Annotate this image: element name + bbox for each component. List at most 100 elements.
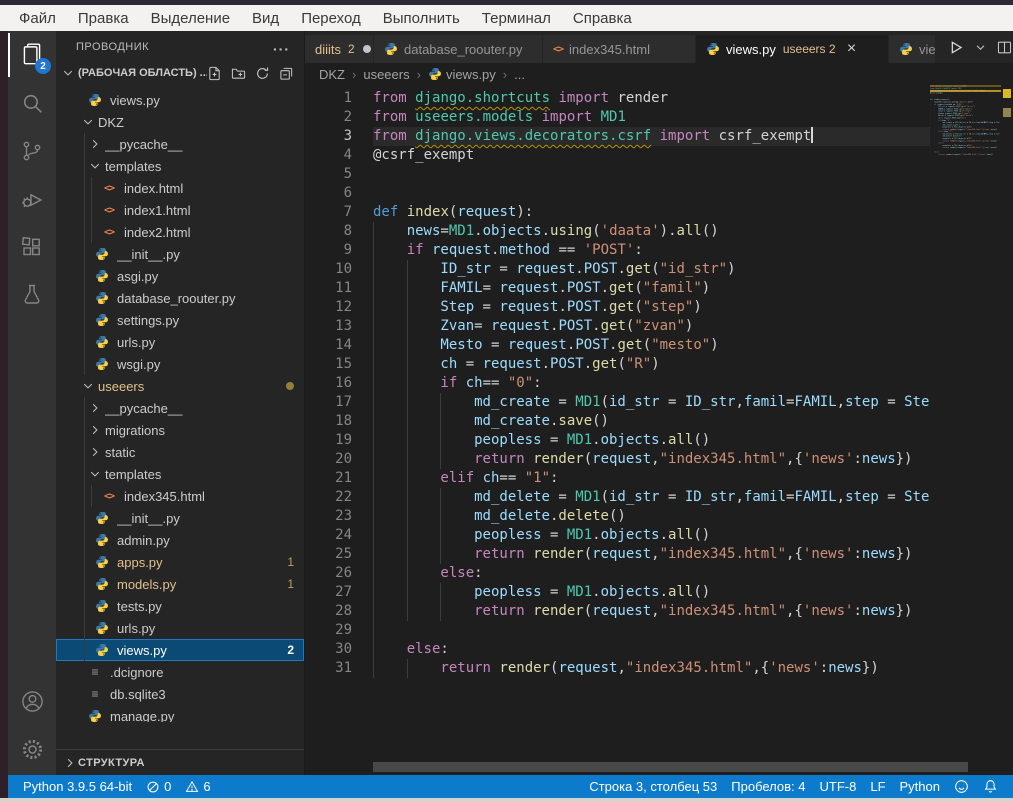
run-icon[interactable] <box>946 38 965 57</box>
tree-item-index345.html[interactable]: <>index345.html <box>56 485 304 507</box>
refresh-icon[interactable] <box>255 66 270 81</box>
tree-item-tests.py[interactable]: tests.py <box>56 595 304 617</box>
minimap[interactable]: from django.shortcuts import renderfrom … <box>930 85 1001 745</box>
menu-bar: ФайлПравкаВыделениеВидПереходВыполнитьТе… <box>0 5 1013 31</box>
breadcrumb-item[interactable]: useeers <box>363 67 409 82</box>
breadcrumb-item[interactable]: ... <box>514 67 525 82</box>
tree-item-label: database_roouter.py <box>117 291 294 306</box>
explorer-sidebar: ПРОВОДНИК ··· (РАБОЧАЯ ОБЛАСТЬ) ... view… <box>56 31 305 775</box>
activity-item-extensions[interactable] <box>8 223 56 271</box>
tree-item-useeers[interactable]: useeers <box>56 375 304 397</box>
tree-item-static[interactable]: static <box>56 441 304 463</box>
horizontal-scrollbar[interactable] <box>373 762 968 772</box>
chevron-down-icon <box>60 67 76 79</box>
status-language-mode[interactable]: Python <box>893 779 947 794</box>
code-line-2: 2from useeers.models import MD1 <box>305 108 1013 127</box>
outline-section-header[interactable]: СТРУКТУРА <box>56 749 304 775</box>
menu-item[interactable]: Выделение <box>140 5 241 31</box>
split-editor-icon[interactable] <box>996 39 1013 56</box>
breadcrumb-item[interactable]: DKZ <box>319 67 345 82</box>
tree-item-asgi.py[interactable]: asgi.py <box>56 265 304 287</box>
collapse-all-icon[interactable] <box>279 66 294 81</box>
menu-item[interactable]: Выполнить <box>372 5 471 31</box>
status-python-interpreter[interactable]: Python 3.9.5 64-bit <box>16 779 139 794</box>
status-encoding[interactable]: UTF-8 <box>813 779 864 794</box>
status-cursor-position[interactable]: Строка 3, столбец 53 <box>582 779 724 794</box>
code-line-3: 3from django.views.decorators.csrf impor… <box>305 127 1013 146</box>
line-number: 10 <box>305 260 373 279</box>
workspace-section-header[interactable]: (РАБОЧАЯ ОБЛАСТЬ) ... <box>56 61 304 85</box>
tree-item-views.py[interactable]: views.py <box>56 89 304 111</box>
tree-item-templates[interactable]: templates <box>56 155 304 177</box>
new-file-icon[interactable] <box>207 66 222 81</box>
activity-item-source-control[interactable] <box>8 127 56 175</box>
activity-item-run-and-debug[interactable] <box>8 175 56 223</box>
status-warnings[interactable]: 6 <box>178 779 217 794</box>
tree-item-__init__.py[interactable]: __init__.py <box>56 507 304 529</box>
status-eol[interactable]: LF <box>863 779 892 794</box>
activity-item-testing[interactable] <box>8 271 56 319</box>
activity-item-explorer[interactable]: 2 <box>8 31 56 79</box>
feedback-icon <box>954 779 969 794</box>
breadcrumb-item[interactable]: views.py <box>428 67 496 82</box>
run-dropdown-chevron-icon[interactable] <box>975 42 986 53</box>
tree-item-models.py[interactable]: models.py1 <box>56 573 304 595</box>
activity-item-settings[interactable] <box>8 725 56 773</box>
status-feedback[interactable] <box>947 779 976 794</box>
outline-label: СТРУКТУРА <box>78 757 145 769</box>
tree-item-.dcignore[interactable]: ≡.dcignore <box>56 661 304 683</box>
tree-item-DKZ[interactable]: DKZ <box>56 111 304 133</box>
line-number: 12 <box>305 298 373 317</box>
tree-item-manage.py[interactable]: manage.py <box>56 705 304 722</box>
error-icon <box>146 780 160 794</box>
menu-item[interactable]: Терминал <box>471 5 562 31</box>
tree-item-migrations[interactable]: migrations <box>56 419 304 441</box>
tab-diiits[interactable]: diiits2 <box>305 35 373 63</box>
tree-item-__pycache__[interactable]: __pycache__ <box>56 133 304 155</box>
python-icon <box>95 335 109 349</box>
code-editor[interactable]: 1from django.shortcuts import render2fro… <box>305 85 1013 775</box>
status-notifications[interactable] <box>976 779 1005 794</box>
tree-item-admin.py[interactable]: admin.py <box>56 529 304 551</box>
line-number: 5 <box>305 165 373 184</box>
tree-item-settings.py[interactable]: settings.py <box>56 309 304 331</box>
tab-vie[interactable]: vie <box>889 35 935 63</box>
status-indentation[interactable]: Пробелов: 4 <box>724 779 812 794</box>
tree-item-urls.py[interactable]: urls.py <box>56 331 304 353</box>
tab-label: diiits <box>315 42 341 57</box>
tree-item-__pycache__[interactable]: __pycache__ <box>56 397 304 419</box>
tree-item-__init__.py[interactable]: __init__.py <box>56 243 304 265</box>
tree-item-index2.html[interactable]: <>index2.html <box>56 221 304 243</box>
explorer-badge: 2 <box>35 58 51 74</box>
tree-item-db.sqlite3[interactable]: ≡db.sqlite3 <box>56 683 304 705</box>
activity-item-accounts[interactable] <box>8 677 56 725</box>
python-icon <box>95 511 109 525</box>
close-icon[interactable]: × <box>844 41 860 57</box>
file-icon: ≡ <box>91 687 98 701</box>
tree-item-index1.html[interactable]: <>index1.html <box>56 199 304 221</box>
tree-item-views.py[interactable]: views.py2 <box>56 639 304 661</box>
tree-item-wsgi.py[interactable]: wsgi.py <box>56 353 304 375</box>
tree-item-apps.py[interactable]: apps.py1 <box>56 551 304 573</box>
menu-item[interactable]: Правка <box>67 5 140 31</box>
tab-index345.html[interactable]: <>index345.html <box>543 35 695 63</box>
activity-item-search[interactable] <box>8 79 56 127</box>
new-folder-icon[interactable] <box>231 66 246 81</box>
tab-views.py[interactable]: views.pyuseeers 2× <box>696 35 888 63</box>
tree-item-database_roouter.py[interactable]: database_roouter.py <box>56 287 304 309</box>
tree-item-urls.py[interactable]: urls.py <box>56 617 304 639</box>
tree-item-templates[interactable]: templates <box>56 463 304 485</box>
more-actions-icon[interactable]: ··· <box>273 41 290 57</box>
extensions-icon <box>20 235 44 259</box>
line-number: 1 <box>305 89 373 108</box>
code-line-25: 25return render(request,"index345.html",… <box>305 545 1013 564</box>
tab-database_roouter.py[interactable]: database_roouter.py <box>374 35 542 63</box>
tree-item-label: tests.py <box>117 599 294 614</box>
tree-item-index.html[interactable]: <>index.html <box>56 177 304 199</box>
menu-item[interactable]: Справка <box>562 5 643 31</box>
tab-description: useeers 2 <box>783 42 836 56</box>
status-errors[interactable]: 0 <box>139 779 178 794</box>
menu-item[interactable]: Файл <box>8 5 67 31</box>
menu-item[interactable]: Вид <box>241 5 290 31</box>
menu-item[interactable]: Переход <box>290 5 372 31</box>
